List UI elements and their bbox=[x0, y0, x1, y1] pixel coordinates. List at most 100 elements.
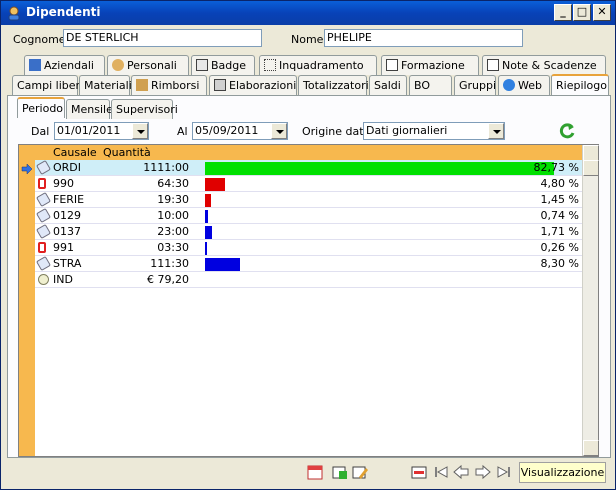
percentage-bar bbox=[205, 194, 212, 207]
cell-causale: 0137 bbox=[53, 225, 81, 238]
cell-percentage: 82,73 % bbox=[533, 161, 579, 174]
previous-record-icon[interactable] bbox=[452, 463, 470, 481]
cell-causale: 990 bbox=[53, 177, 74, 190]
subtab-periodo[interactable]: Periodo bbox=[17, 97, 65, 118]
tab-rimborsi[interactable]: Rimborsi bbox=[131, 75, 207, 95]
close-button[interactable]: ✕ bbox=[593, 4, 611, 21]
cell-percentage: 0,26 % bbox=[540, 241, 579, 254]
tab-saldi[interactable]: Saldi bbox=[369, 75, 407, 95]
calculator-icon bbox=[214, 79, 226, 91]
al-date-picker[interactable]: 05/09/2011 bbox=[192, 122, 288, 140]
cell-causale: 0129 bbox=[53, 209, 81, 222]
table-row[interactable]: 991 03:30 0,26 % bbox=[35, 240, 583, 256]
table-row[interactable]: ORDI 1111:00 82,73 % bbox=[35, 159, 583, 176]
phone-icon bbox=[38, 242, 46, 253]
tab-totalizzatori[interactable]: Totalizzatori bbox=[298, 75, 369, 95]
cell-quantita: 03:30 bbox=[157, 241, 189, 254]
tab-materiali[interactable]: Materiali bbox=[79, 75, 132, 95]
percentage-bar bbox=[205, 258, 241, 271]
cell-quantita: 23:00 bbox=[157, 225, 189, 238]
subtab-supervisori[interactable]: Supervisori bbox=[111, 99, 178, 119]
table-row[interactable]: IND € 79,20 bbox=[35, 272, 583, 288]
tab-bo[interactable]: BO bbox=[409, 75, 452, 95]
certificate-icon bbox=[386, 59, 398, 71]
cell-quantita: € 79,20 bbox=[147, 273, 189, 286]
cell-quantita: 111:30 bbox=[150, 257, 189, 270]
percentage-bar bbox=[205, 178, 226, 191]
delete-record-icon[interactable] bbox=[410, 463, 428, 481]
window-title: Dipendenti bbox=[26, 5, 101, 19]
nome-field[interactable]: PHELIPE bbox=[324, 29, 523, 47]
table-row[interactable]: 0137 23:00 1,71 % bbox=[35, 223, 583, 240]
cell-percentage: 8,30 % bbox=[540, 257, 579, 270]
dal-date-picker[interactable]: 01/01/2011 bbox=[54, 122, 149, 140]
tab-formazione[interactable]: Formazione bbox=[381, 55, 479, 75]
cell-percentage: 1,71 % bbox=[540, 225, 579, 238]
scroll-down-button[interactable] bbox=[583, 440, 599, 456]
tab-badge[interactable]: Badge bbox=[191, 55, 255, 75]
cell-causale: STRA bbox=[53, 257, 82, 270]
percentage-bar bbox=[205, 242, 207, 255]
nome-label: Nome bbox=[291, 33, 324, 46]
table-row[interactable]: STRA 111:30 8,30 % bbox=[35, 255, 583, 272]
al-dropdown-button[interactable] bbox=[271, 123, 287, 139]
cell-causale: FERIE bbox=[53, 193, 85, 206]
table-row[interactable]: 990 64:30 4,80 % bbox=[35, 176, 583, 192]
percentage-bar bbox=[205, 226, 213, 239]
summary-grid[interactable]: Causale Quantità ORDI 1111:00 82,73 % 990 64… bbox=[18, 144, 599, 457]
cell-percentage: 4,80 % bbox=[540, 177, 579, 190]
app-icon bbox=[8, 6, 20, 21]
al-label: Al bbox=[177, 125, 188, 138]
note-icon bbox=[487, 59, 499, 71]
cognome-label: Cognome bbox=[13, 33, 66, 46]
tag-icon bbox=[35, 159, 52, 176]
table-row[interactable]: FERIE 19:30 1,45 % bbox=[35, 191, 583, 208]
scroll-up-button[interactable] bbox=[583, 145, 599, 161]
header-quantita[interactable]: Quantità bbox=[103, 146, 151, 159]
edit-record-icon[interactable] bbox=[351, 463, 369, 481]
tag-icon bbox=[35, 207, 52, 224]
scroll-thumb[interactable] bbox=[583, 160, 599, 176]
add-record-icon[interactable] bbox=[331, 463, 349, 481]
maximize-button[interactable]: □ bbox=[573, 4, 591, 21]
next-record-icon[interactable] bbox=[474, 463, 492, 481]
folder-icon bbox=[29, 59, 41, 71]
title-bar[interactable]: Dipendenti _ □ ✕ bbox=[1, 1, 615, 25]
vertical-scrollbar[interactable] bbox=[582, 145, 599, 456]
window: Dipendenti _ □ ✕ Cognome DE STERLICH Nom… bbox=[0, 0, 616, 490]
tab-personali[interactable]: Personali bbox=[107, 55, 189, 75]
tab-elaborazioni[interactable]: Elaborazioni bbox=[209, 75, 297, 95]
cell-quantita: 64:30 bbox=[157, 177, 189, 190]
tag-icon bbox=[35, 223, 52, 240]
last-record-icon[interactable] bbox=[495, 463, 513, 481]
cognome-field[interactable]: DE STERLICH bbox=[63, 29, 262, 47]
globe-icon bbox=[503, 79, 515, 91]
origine-dropdown-button[interactable] bbox=[488, 123, 504, 139]
row-indicator-column bbox=[19, 145, 35, 456]
tab-aziendali[interactable]: Aziendali bbox=[24, 55, 105, 75]
dal-dropdown-button[interactable] bbox=[132, 123, 148, 139]
mode-status: Visualizzazione bbox=[519, 462, 606, 483]
cell-percentage: 1,45 % bbox=[540, 193, 579, 206]
tag-icon bbox=[35, 255, 52, 272]
cell-causale: 991 bbox=[53, 241, 74, 254]
first-record-icon[interactable] bbox=[432, 463, 450, 481]
hierarchy-icon bbox=[264, 59, 276, 71]
subtab-mensile[interactable]: Mensile bbox=[66, 99, 113, 119]
origine-dati-select[interactable]: Dati giornalieri bbox=[363, 122, 505, 140]
minimize-button[interactable]: _ bbox=[554, 4, 572, 21]
percentage-bar bbox=[205, 210, 209, 223]
tab-note-scadenze[interactable]: Note & Scadenze bbox=[482, 55, 606, 75]
tab-web[interactable]: Web bbox=[498, 75, 550, 95]
header-causale[interactable]: Causale bbox=[53, 146, 97, 159]
phone-icon bbox=[38, 178, 46, 189]
calendar-icon[interactable] bbox=[306, 463, 324, 481]
refresh-icon[interactable] bbox=[558, 122, 576, 140]
tab-gruppi[interactable]: Gruppi bbox=[454, 75, 496, 95]
tab-inquadramento[interactable]: Inquadramento bbox=[259, 55, 377, 75]
tab-riepilogo[interactable]: Riepilogo bbox=[551, 74, 609, 95]
cell-percentage: 0,74 % bbox=[540, 209, 579, 222]
tab-campi-liberi[interactable]: Campi liberi bbox=[12, 75, 83, 95]
table-row[interactable]: 0129 10:00 0,74 % bbox=[35, 207, 583, 224]
cell-causale: ORDI bbox=[53, 161, 82, 174]
